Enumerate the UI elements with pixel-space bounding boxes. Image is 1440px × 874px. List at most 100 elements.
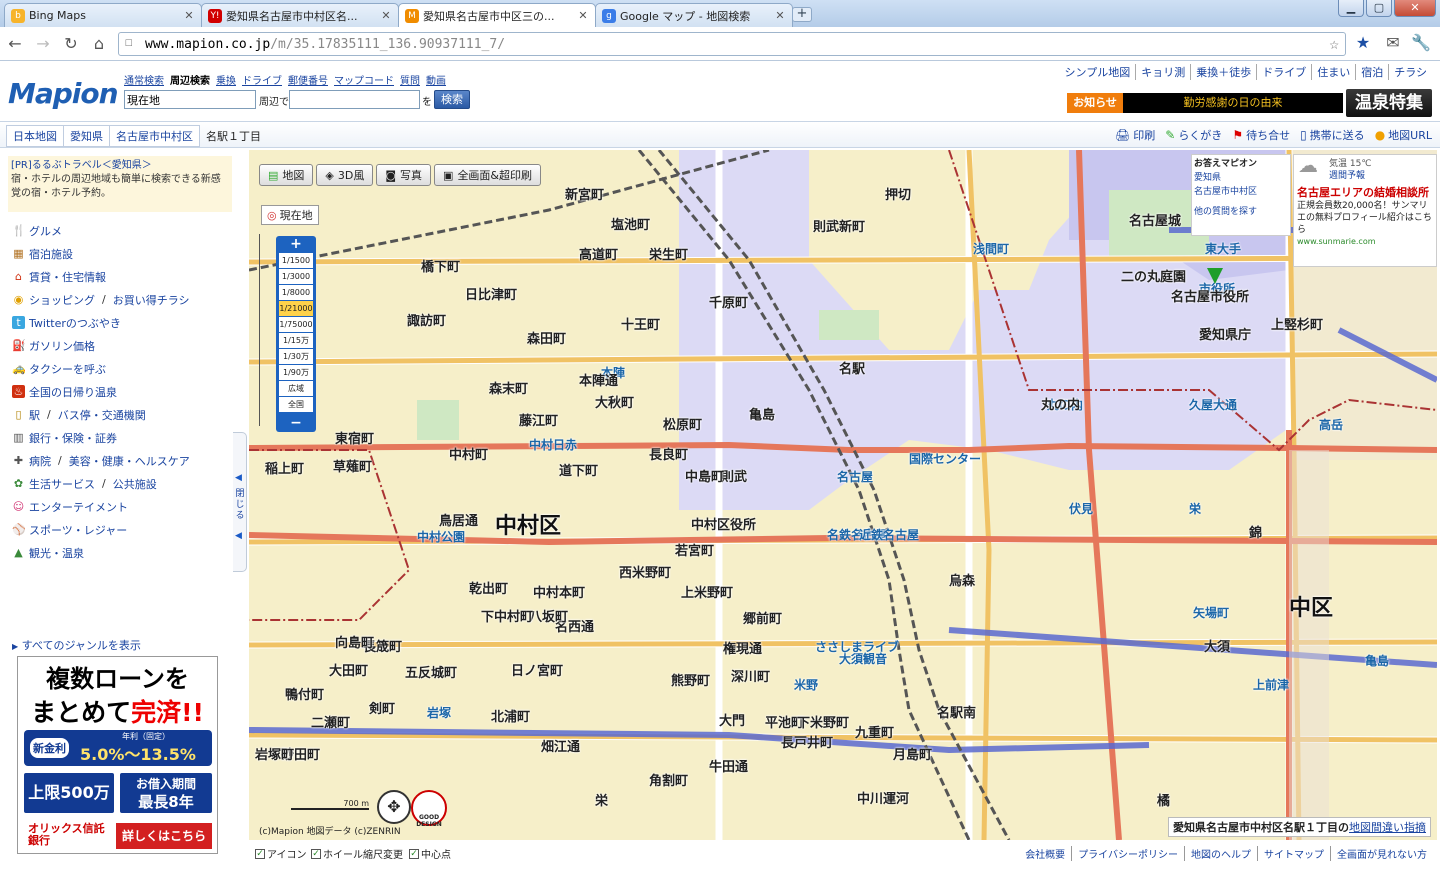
zoom-level-3[interactable]: 1/21000 <box>279 301 313 316</box>
center-point-checkbox[interactable]: ✓ 中心点 <box>409 846 451 861</box>
view-3d-button[interactable]: ◈ 3D風 <box>316 164 374 186</box>
link-housing[interactable]: 住まい <box>1311 64 1355 80</box>
category-life-service[interactable]: ✿ 生活サービス / 公共施設 <box>12 472 232 495</box>
tab-bing-maps[interactable]: b Bing Maps ✕ <box>4 3 202 27</box>
category-sightseeing[interactable]: ▲ 観光・温泉 <box>12 541 232 564</box>
icon-checkbox[interactable]: ✓ アイコン <box>255 846 307 861</box>
wrench-icon[interactable]: 🔧 <box>1410 32 1432 54</box>
news-ticker[interactable]: 勤労感謝の日の由来 <box>1123 93 1343 113</box>
footer-link-privacy[interactable]: プライバシーポリシー <box>1071 846 1178 861</box>
breadcrumb-japan[interactable]: 日本地図 <box>6 125 63 147</box>
mapion-logo[interactable]: Mapion <box>8 77 119 110</box>
answer-link-nakamura[interactable]: 名古屋市中村区 <box>1194 185 1288 199</box>
bookmark-star-icon[interactable]: ☆ <box>1329 34 1339 53</box>
address-bar[interactable]: ☐ www.mapion.co.jp/m/35.17835111_136.909… <box>118 32 1346 56</box>
meetup-button[interactable]: ⚑ 待ち合せ <box>1232 127 1290 143</box>
category-entertainment[interactable]: ☺ エンターテイメント <box>12 495 232 518</box>
sidebar-toggle[interactable]: ◀ 閉じる ◀ <box>233 432 247 572</box>
close-icon[interactable]: ✕ <box>380 9 392 22</box>
close-icon[interactable]: ✕ <box>577 10 589 22</box>
category-housing[interactable]: ⌂ 賃貸・住宅情報 <box>12 265 232 288</box>
zoom-level-6[interactable]: 1/30万 <box>279 349 313 364</box>
link-lodging[interactable]: 宿泊 <box>1355 64 1388 80</box>
category-taxi[interactable]: 🚕 タクシーを呼ぶ <box>12 357 232 380</box>
footer-link-company[interactable]: 会社概要 <box>1019 846 1065 861</box>
search-link-question[interactable]: 質問 <box>400 72 420 87</box>
footer-link-help[interactable]: 地図のヘルプ <box>1184 846 1251 861</box>
link-transfer-walk[interactable]: 乗換＋徒歩 <box>1190 64 1256 80</box>
zoom-level-5[interactable]: 1/15万 <box>279 333 313 348</box>
maximize-button[interactable]: ▢ <box>1366 0 1392 17</box>
fullscreen-print-button[interactable]: ▣ 全画面&超印刷 <box>434 164 542 186</box>
map-canvas[interactable]: 中村区 中区 名古屋 名鉄名古屋 国際センター 丸の内 伏見栄矢場町 大須観音 上前津 亀島 中村日… <box>249 150 1437 840</box>
category-sports[interactable]: ⚾ スポーツ・レジャー <box>12 518 232 541</box>
footer-link-sitemap[interactable]: サイトマップ <box>1257 846 1324 861</box>
search-link-mapcode[interactable]: マップコード <box>334 72 394 87</box>
report-error-link[interactable]: 地図間違い指摘 <box>1349 821 1426 834</box>
view-map-button[interactable]: ▤ 地図 <box>259 164 314 186</box>
link-flyers[interactable]: チラシ <box>1388 64 1432 80</box>
search-link-nearby[interactable]: 周辺検索 <box>170 72 210 87</box>
map-url-button[interactable]: ● 地図URL <box>1375 127 1432 143</box>
keyword-input[interactable] <box>289 90 420 109</box>
forward-icon[interactable]: → <box>32 33 54 55</box>
search-link-video[interactable]: 動画 <box>426 72 446 87</box>
window-close-button[interactable]: ✕ <box>1394 0 1436 17</box>
starred-extension-icon[interactable]: ★ <box>1352 32 1374 54</box>
current-location-button[interactable]: ◎ 現在地 <box>261 205 319 225</box>
category-hospital[interactable]: ✚ 病院 / 美容・健康・ヘルスケア <box>12 449 232 472</box>
category-shopping[interactable]: ◉ ショッピング / お買い得チラシ <box>12 288 232 311</box>
category-extra-public[interactable]: 公共施設 <box>113 476 157 492</box>
gmail-icon[interactable]: ✉ <box>1382 32 1404 54</box>
zoom-level-1[interactable]: 1/3000 <box>279 269 313 284</box>
tab-yahoo[interactable]: Y! 愛知県名古屋市中村区名... ✕ <box>201 3 399 27</box>
all-genres-link[interactable]: ▶ すべてのジャンルを表示 <box>12 637 141 653</box>
send-mobile-button[interactable]: ▯ 携帯に送る <box>1300 127 1365 143</box>
print-button[interactable]: 🖨 印刷 <box>1115 127 1155 143</box>
zoom-level-9[interactable]: 全国 <box>279 397 313 412</box>
search-link-transfer[interactable]: 乗換 <box>216 72 236 87</box>
location-input[interactable] <box>124 90 256 109</box>
search-link-normal[interactable]: 通常検索 <box>124 72 164 87</box>
zoom-level-4[interactable]: 1/75000 <box>279 317 313 332</box>
weather-ad-box[interactable]: ☁ 気温 15℃ 週間予報 名古屋エリアの結婚相談所 正規会員数20,000名！… <box>1293 154 1437 267</box>
category-bank[interactable]: ▥ 銀行・保険・証券 <box>12 426 232 449</box>
zoom-level-0[interactable]: 1/1500 <box>279 253 313 268</box>
link-drive[interactable]: ドライブ <box>1256 64 1311 80</box>
zoom-out-button[interactable]: − <box>280 416 312 430</box>
minimize-button[interactable]: ▁ <box>1338 0 1364 17</box>
pr-box[interactable]: [PR]るるぶトラベル＜愛知県＞ 宿・ホテルの周辺地域も簡単に検索できる新感覚の… <box>8 156 232 212</box>
tab-google-maps[interactable]: g Google マップ - 地図検索 ✕ <box>595 3 793 27</box>
onsen-banner[interactable]: 温泉特集 <box>1346 89 1432 117</box>
category-lodging[interactable]: ▦ 宿泊施設 <box>12 242 232 265</box>
doodle-button[interactable]: ✎ らくがき <box>1165 127 1222 143</box>
reload-icon[interactable]: ↻ <box>60 33 82 55</box>
breadcrumb-nakamura[interactable]: 名古屋市中村区 <box>109 125 200 147</box>
category-onsen[interactable]: ♨ 全国の日帰り温泉 <box>12 380 232 403</box>
wheel-zoom-checkbox[interactable]: ✓ ホイール縮尺変更 <box>311 846 403 861</box>
category-extra-beauty[interactable]: 美容・健康・ヘルスケア <box>69 453 190 469</box>
search-button[interactable]: 検索 <box>434 90 470 109</box>
zoom-level-2[interactable]: 1/8000 <box>279 285 313 300</box>
ad-headline[interactable]: 名古屋エリアの結婚相談所 <box>1297 186 1433 200</box>
home-icon[interactable]: ⌂ <box>88 33 110 55</box>
new-tab-button[interactable]: + <box>792 7 812 22</box>
loan-advertisement[interactable]: 複数ローンを まとめて完済!! 新金利 年利（固定） 5.0%～13.5% 上限… <box>17 656 218 854</box>
category-extra-flyers[interactable]: お買い得チラシ <box>113 292 190 308</box>
zoom-level-8[interactable]: 広域 <box>279 381 313 396</box>
category-gasoline[interactable]: ⛽ ガソリン価格 <box>12 334 232 357</box>
category-gourmet[interactable]: 🍴 グルメ <box>12 219 232 242</box>
category-twitter[interactable]: t Twitterのつぶやき <box>12 311 232 334</box>
category-extra-transport[interactable]: バス停・交通機関 <box>58 407 146 423</box>
view-photo-button[interactable]: ◙ 写真 <box>376 164 432 186</box>
pr-title[interactable]: [PR]るるぶトラベル＜愛知県＞ <box>11 159 229 173</box>
search-link-drive[interactable]: ドライブ <box>242 72 282 87</box>
answer-other-questions-link[interactable]: 他の質問を探す <box>1194 205 1288 219</box>
back-icon[interactable]: ← <box>4 33 26 55</box>
link-distance[interactable]: キョリ測 <box>1135 64 1190 80</box>
close-icon[interactable]: ✕ <box>183 9 195 22</box>
zoom-in-button[interactable]: + <box>280 237 312 251</box>
category-station[interactable]: ▯ 駅 / バス停・交通機関 <box>12 403 232 426</box>
ad-detail-button[interactable]: 詳しくはこちら <box>116 823 212 849</box>
link-simple-map[interactable]: シンプル地図 <box>1060 64 1136 80</box>
